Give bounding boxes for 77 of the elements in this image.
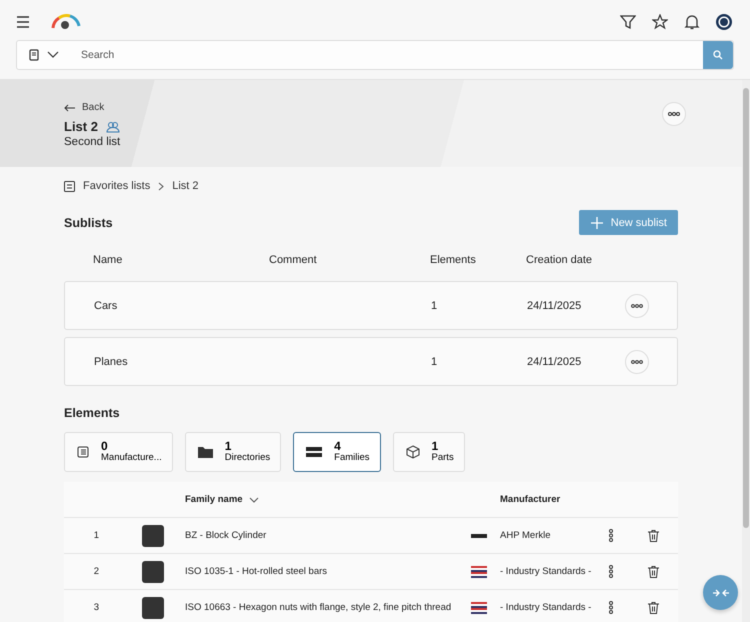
collapse-button[interactable]: [703, 575, 738, 610]
element-type-tab[interactable]: 1 Directories: [184, 432, 282, 472]
manufacturer-name: - Industry Standards -: [500, 566, 592, 577]
back-link[interactable]: Back: [64, 102, 120, 113]
row-index: 2: [94, 566, 100, 577]
catalog-icon: [29, 49, 39, 61]
bell-icon[interactable]: [684, 14, 700, 30]
more-button[interactable]: [662, 102, 686, 126]
manufacturer-logo-icon: [471, 602, 487, 614]
element-count: 1: [431, 356, 438, 368]
column-header: Name: [93, 254, 124, 266]
caret-icon: [47, 51, 59, 59]
trash-icon[interactable]: [648, 530, 659, 542]
trash-icon[interactable]: [648, 566, 659, 578]
more-button[interactable]: [625, 294, 649, 318]
more-vertical-icon[interactable]: [608, 565, 614, 578]
breadcrumb-link[interactable]: Favorites lists: [83, 180, 150, 192]
column-header: Comment: [269, 254, 318, 266]
more-icon: [631, 304, 643, 308]
cube-icon: [406, 445, 420, 459]
sublist-row[interactable]: Planes 1 24/11/2025: [64, 337, 678, 386]
row-index: 1: [94, 530, 100, 541]
section-heading: Sublists: [64, 216, 113, 230]
list-title: List 2: [64, 119, 98, 134]
more-icon: [668, 112, 680, 116]
chevron-right-icon: [158, 182, 164, 190]
arrows-inward-icon: [712, 586, 730, 598]
manufacturer-name: - Industry Standards -: [500, 602, 592, 613]
creation-date: 24/11/2025: [527, 356, 582, 368]
filter-icon[interactable]: [620, 14, 636, 30]
more-icon: [631, 360, 643, 364]
star-icon[interactable]: [652, 14, 668, 30]
list-icon: [77, 446, 89, 458]
family-name[interactable]: ISO 10663 - Hexagon nuts with flange, style 2, fine pitch thread: [185, 602, 471, 613]
search-icon: [713, 50, 723, 60]
family-name[interactable]: BZ - Block Cylinder: [185, 530, 471, 541]
search-input[interactable]: Search: [79, 48, 695, 62]
menu-icon[interactable]: [16, 16, 30, 28]
section-heading: Elements: [64, 406, 121, 420]
more-button[interactable]: [625, 350, 649, 374]
manufacturer-logo-icon: [471, 566, 487, 578]
row-index: 3: [94, 602, 100, 613]
column-header: Manufacturer: [500, 494, 562, 505]
list-icon: [64, 180, 75, 192]
search-field[interactable]: Search: [16, 40, 734, 70]
sublist-name: Planes: [94, 356, 129, 368]
gauge-logo-icon[interactable]: [50, 14, 82, 30]
trash-icon[interactable]: [648, 602, 659, 614]
photo-placeholder: [142, 560, 164, 582]
element-type-tab[interactable]: 1 Parts: [392, 432, 465, 472]
more-vertical-icon[interactable]: [608, 601, 614, 614]
scrollbar[interactable]: [742, 80, 750, 622]
element-type-tab[interactable]: 4 Families: [293, 432, 381, 472]
element-count: 1: [431, 300, 438, 312]
sublist-name: Cars: [94, 300, 118, 312]
more-vertical-icon[interactable]: [608, 529, 614, 542]
element-type-tab[interactable]: 0 Manufacture...: [64, 432, 173, 472]
photo-placeholder: [142, 596, 164, 618]
list-subtitle: Second list: [64, 136, 120, 148]
sort-caret-icon: [248, 496, 259, 502]
search-button[interactable]: [703, 41, 733, 69]
column-header: Elements: [430, 254, 477, 266]
manufacturer-name: AHP Merkle: [500, 530, 552, 541]
creation-date: 24/11/2025: [527, 300, 582, 312]
arrow-left-icon: [64, 104, 76, 112]
breadcrumb-link[interactable]: List 2: [172, 180, 199, 192]
manufacturer-logo-icon: [471, 534, 487, 538]
avatar-icon[interactable]: [716, 14, 732, 30]
photo-placeholder: [142, 524, 164, 546]
sublist-row[interactable]: Cars 1 24/11/2025: [64, 281, 678, 330]
column-header[interactable]: Family name: [185, 494, 471, 505]
bars-icon: [306, 446, 322, 458]
plus-icon: [590, 216, 603, 228]
family-name[interactable]: ISO 1035-1 - Hot-rolled steel bars: [185, 566, 471, 577]
folder-icon: [198, 446, 213, 458]
column-header: Creation date: [526, 254, 594, 266]
users-icon: [106, 120, 120, 132]
